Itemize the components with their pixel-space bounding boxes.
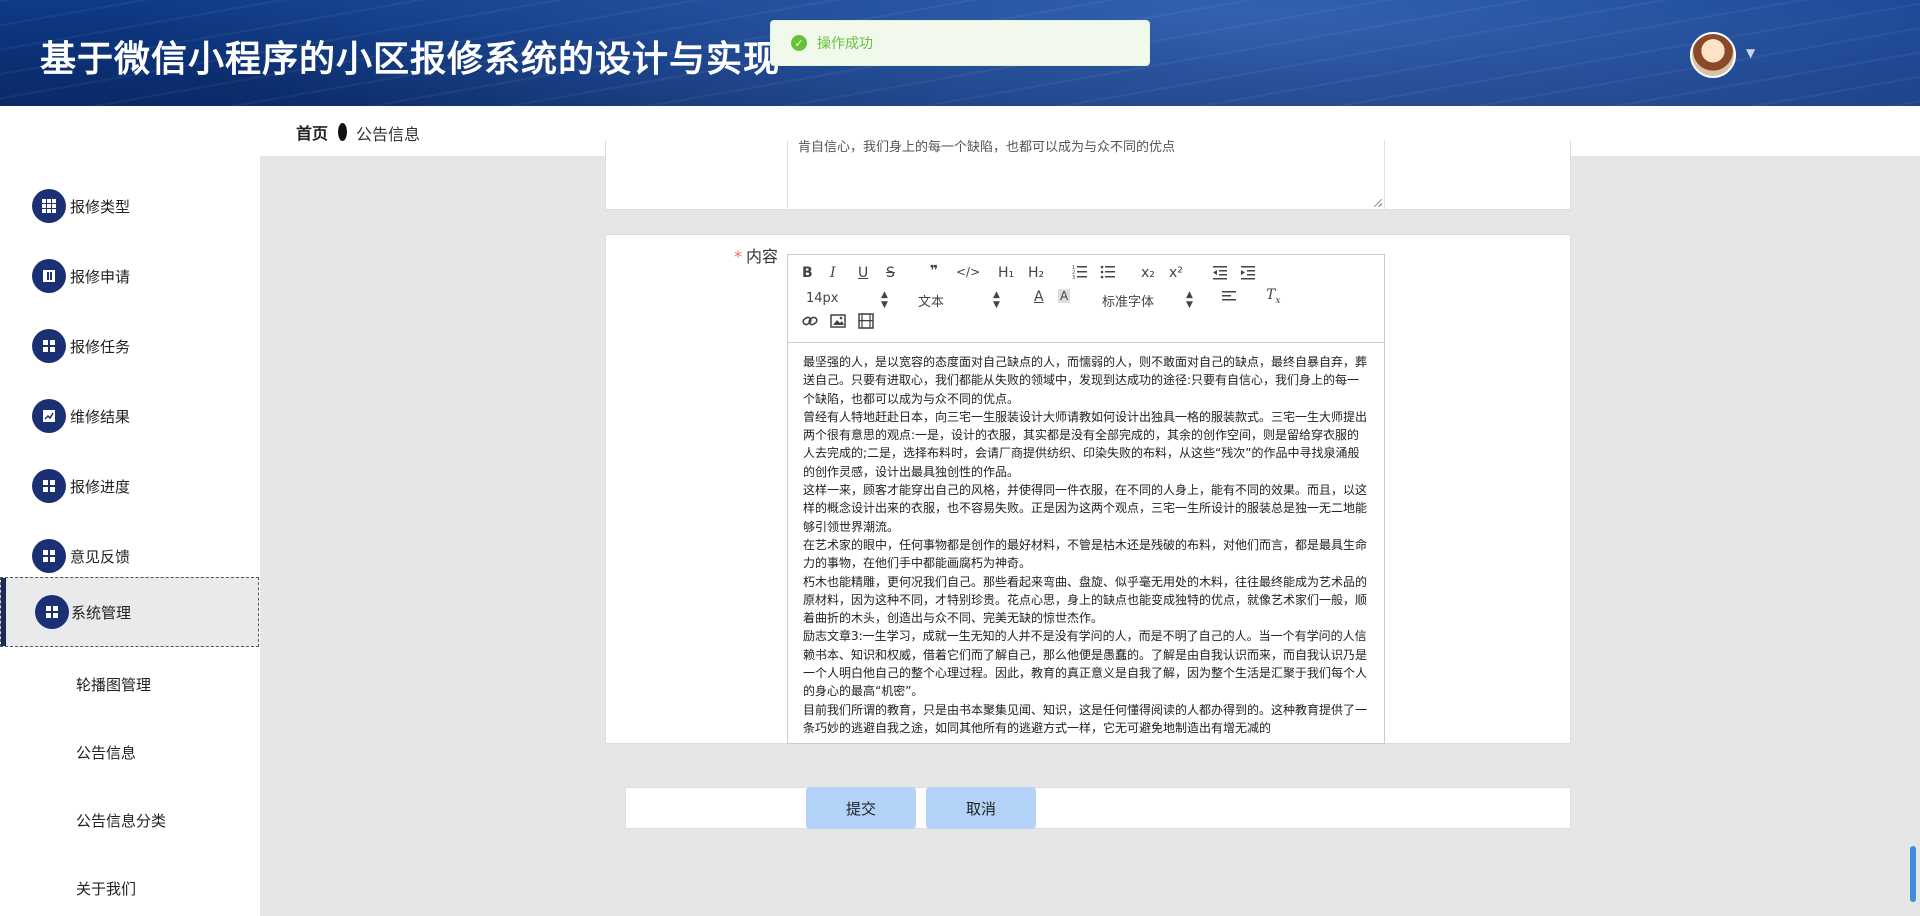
check-circle-icon: ✓ xyxy=(791,35,807,51)
breadcrumb-separator-icon xyxy=(338,123,347,141)
grid-icon xyxy=(32,469,66,503)
sidebar-item-label: 报修任务 xyxy=(70,337,131,356)
bullet-list-icon[interactable] xyxy=(1100,264,1116,284)
toast-message: 操作成功 xyxy=(817,36,873,52)
sidebar-item-label: 报修进度 xyxy=(70,477,131,496)
resize-handle-icon[interactable] xyxy=(1374,199,1382,207)
breadcrumb-home[interactable]: 首页 xyxy=(296,120,328,144)
link-icon[interactable] xyxy=(802,313,818,333)
font-size-select[interactable]: 14px xyxy=(806,291,839,306)
svg-text:3: 3 xyxy=(1072,275,1075,280)
summary-textarea[interactable]: 肯自信心，我们身上的每一个缺陷，也都可以成为与众不同的优点 xyxy=(787,140,1385,210)
h2-button[interactable]: H₂ xyxy=(1028,265,1044,281)
background-color-icon[interactable]: A xyxy=(1058,289,1071,303)
sidebar-item-label: 意见反馈 xyxy=(70,547,131,566)
content-paragraph: 目前我们所谓的教育，只是由书本聚集见闻、知识，这是任何懂得阅读的人都办得到的。这… xyxy=(803,702,1368,735)
grid-icon xyxy=(32,329,66,363)
subscript-button[interactable]: x₂ xyxy=(1141,265,1155,281)
submenu-announcement[interactable]: 公告信息 xyxy=(76,742,136,763)
underline-button[interactable]: U xyxy=(858,265,868,281)
cancel-button[interactable]: 取消 xyxy=(926,787,1036,829)
content-paragraph: 在艺术家的眼中，任何事物都是创作的最好材料，不管是枯木还是残破的布料，对他们而言… xyxy=(803,537,1368,571)
select-caret-icon: ▲ ▼ xyxy=(993,290,1000,310)
grid-icon xyxy=(32,189,66,223)
required-mark: * xyxy=(734,247,742,266)
select-caret-icon: ▲ ▼ xyxy=(1186,290,1193,310)
select-caret-icon: ▲ ▼ xyxy=(881,290,888,310)
submit-button[interactable]: 提交 xyxy=(806,787,916,829)
sidebar-item-system-management[interactable]: 系统管理 xyxy=(0,577,259,647)
rich-text-editor[interactable]: B I U S ❞ </> H₁ H₂ 123 x₂ x² 14px ▲ ▼ 文本… xyxy=(787,254,1385,744)
textarea-cut-text: 肯自信心，我们身上的每一个缺陷，也都可以成为与众不同的优点 xyxy=(798,140,1176,155)
sidebar-item-repair-request[interactable]: 报修申请 xyxy=(0,241,260,311)
font-family-select[interactable]: 标准字体 xyxy=(1102,291,1154,310)
image-icon[interactable] xyxy=(830,313,846,333)
submenu-about-us[interactable]: 关于我们 xyxy=(76,878,136,899)
video-icon[interactable] xyxy=(858,313,874,333)
chart-icon xyxy=(32,399,66,433)
content-label: * 内容 xyxy=(734,243,778,267)
sidebar-item-label: 系统管理 xyxy=(71,603,132,622)
sidebar-item-label: 报修类型 xyxy=(70,197,131,216)
quote-button[interactable]: ❞ xyxy=(930,263,938,279)
bold-button[interactable]: B xyxy=(802,265,813,281)
success-toast: ✓ 操作成功 xyxy=(770,20,1150,66)
clear-format-icon[interactable]: Tx xyxy=(1266,287,1280,306)
strike-button[interactable]: S xyxy=(886,265,895,281)
italic-button[interactable]: I xyxy=(830,265,836,281)
scroll-indicator[interactable] xyxy=(1910,846,1916,902)
grid-icon xyxy=(32,539,66,573)
content-paragraph: 曾经有人特地赶赴日本，向三宅一生服装设计大师请教如何设计出独具一格的服装款式。三… xyxy=(803,409,1368,479)
align-icon[interactable] xyxy=(1222,289,1236,307)
superscript-button[interactable]: x² xyxy=(1169,265,1183,281)
book-icon xyxy=(32,259,66,293)
breadcrumb-current: 公告信息 xyxy=(356,125,421,144)
sidebar-item-label: 报修申请 xyxy=(70,267,131,286)
h1-button[interactable]: H₁ xyxy=(998,265,1014,281)
editor-content[interactable]: 最坚强的人，是以宽容的态度面对自己缺点的人，而懦弱的人，则不敢面对自己的缺点，最… xyxy=(803,353,1368,743)
sidebar-item-repair-task[interactable]: 报修任务 xyxy=(0,311,260,381)
editor-toolbar: B I U S ❞ </> H₁ H₂ 123 x₂ x² 14px ▲ ▼ 文本… xyxy=(788,255,1384,343)
app-title: 基于微信小程序的小区报修系统的设计与实现 xyxy=(40,39,781,80)
sidebar-item-repair-result[interactable]: 维修结果 xyxy=(0,381,260,451)
code-button[interactable]: </> xyxy=(956,265,980,279)
content-paragraph: 这样一来，顾客才能穿出自己的风格，并使得同一件衣服，在不同的人身上，能有不同的效… xyxy=(803,483,1368,534)
content-paragraph: 励志文章3:一生学习，成就一生无知的人并不是没有学问的人，而是不明了自己的人。当… xyxy=(803,629,1368,699)
indent-icon[interactable] xyxy=(1240,264,1256,284)
content-paragraph: 朽木也能精雕，更何况我们自己。那些看起来弯曲、盘旋、似乎毫无用处的木料，往往最终… xyxy=(803,574,1368,626)
content-label-text: 内容 xyxy=(746,247,779,266)
chevron-down-icon[interactable]: ▼ xyxy=(1746,46,1755,60)
content-paragraph: 最坚强的人，是以宽容的态度面对自己缺点的人，而懦弱的人，则不敢面对自己的缺点，最… xyxy=(803,355,1368,406)
user-avatar[interactable] xyxy=(1690,32,1736,78)
ordered-list-icon[interactable]: 123 xyxy=(1072,264,1088,284)
grid-icon xyxy=(35,595,69,629)
submenu-announcement-category[interactable]: 公告信息分类 xyxy=(76,810,166,831)
text-type-select[interactable]: 文本 xyxy=(918,291,944,310)
sidebar-item-repair-type[interactable]: 报修类型 xyxy=(0,171,260,241)
form-actions-panel xyxy=(625,787,1571,829)
sidebar-item-label: 维修结果 xyxy=(70,407,131,426)
font-color-icon[interactable]: A xyxy=(1034,289,1044,305)
sidebar: 报修类型 报修申请 报修任务 维修结果 报修进度 意见反馈 系统管理 轮播图管理… xyxy=(0,156,260,916)
sidebar-item-repair-progress[interactable]: 报修进度 xyxy=(0,451,260,521)
submenu-carousel[interactable]: 轮播图管理 xyxy=(76,674,151,695)
outdent-icon[interactable] xyxy=(1212,264,1228,284)
